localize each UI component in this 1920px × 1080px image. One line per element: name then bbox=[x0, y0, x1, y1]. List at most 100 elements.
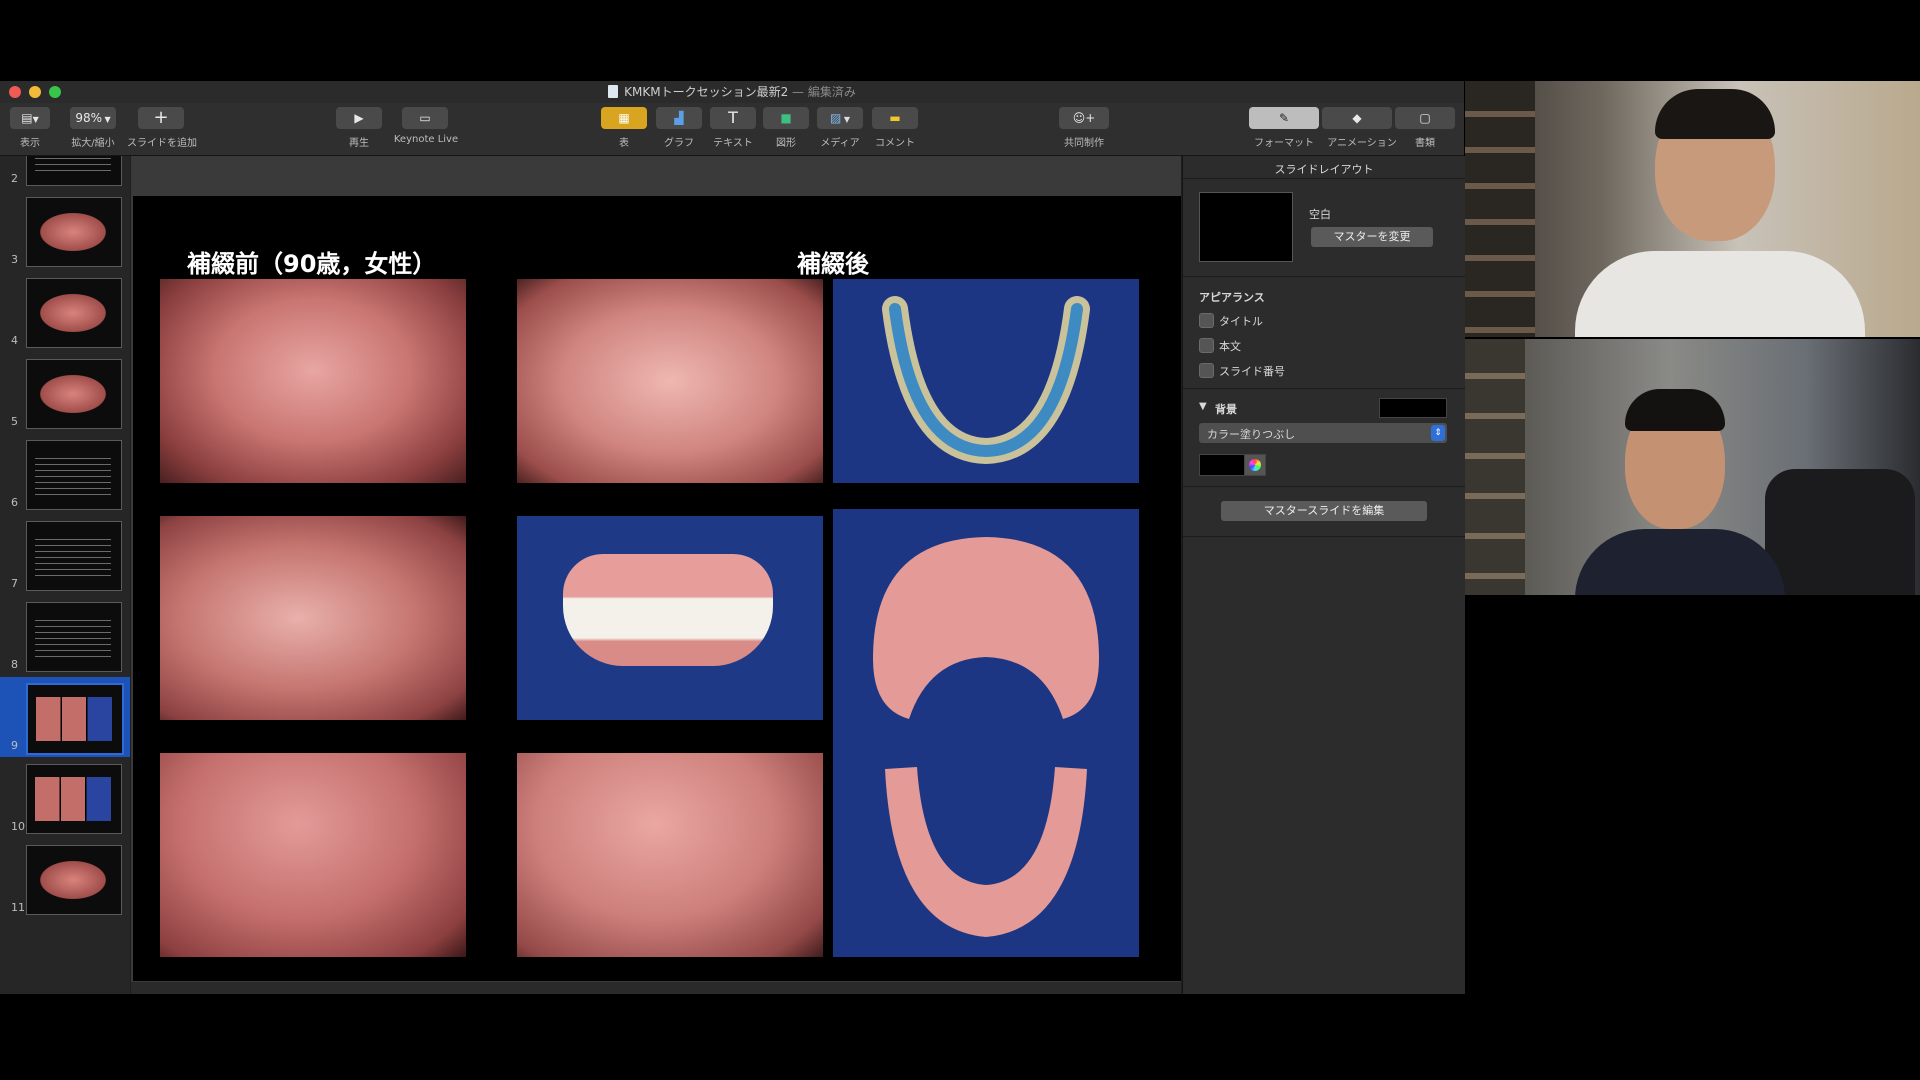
participant-1-coat bbox=[1575, 251, 1865, 337]
slide-thumbnail-7[interactable] bbox=[26, 521, 122, 591]
photo-after-lower[interactable] bbox=[517, 753, 823, 957]
participant-1-hair bbox=[1655, 89, 1775, 139]
slide-number-label: 10 bbox=[11, 820, 25, 833]
shape-icon: ■ bbox=[780, 111, 792, 125]
slide-number-option-label: スライド番号 bbox=[1219, 365, 1285, 378]
slide-thumbnail-preview bbox=[35, 291, 111, 335]
collaborate-label: 共同制作 bbox=[1064, 138, 1104, 149]
canvas-scrollbar[interactable] bbox=[131, 982, 1181, 994]
slide-thumbnail-8[interactable] bbox=[26, 602, 122, 672]
slide-canvas: 補綴前（90歳，女性） 補綴後 bbox=[131, 156, 1181, 994]
edit-master-slide-button[interactable]: マスタースライドを編集 bbox=[1221, 501, 1427, 521]
slide-number-label: 2 bbox=[11, 172, 18, 185]
slide-thumbnail-preview bbox=[35, 777, 111, 821]
title-bar: KMKMトークセッション最新2 — 編集済み bbox=[0, 81, 1464, 103]
disclosure-triangle-icon[interactable]: ▼ bbox=[1199, 401, 1207, 412]
format-inspector: スライドレイアウト 空白 マスターを変更 アピアランス タイトル 本文 スライド… bbox=[1182, 156, 1465, 994]
slide-number-label: 3 bbox=[11, 253, 18, 266]
shape-label: 図形 bbox=[776, 138, 796, 149]
slide-thumbnail-preview bbox=[35, 372, 111, 416]
slide-title-after[interactable]: 補綴後 bbox=[797, 244, 869, 279]
photo-before-upper[interactable] bbox=[160, 279, 466, 483]
dentures-shape bbox=[873, 537, 1099, 937]
collaborate-button[interactable]: ☺+ bbox=[1059, 107, 1109, 129]
zoom-popup[interactable]: 98% ▼ bbox=[70, 107, 116, 129]
comment-icon: ▬ bbox=[889, 111, 901, 125]
comment-button[interactable]: ▬ bbox=[872, 107, 918, 129]
document-icon bbox=[608, 85, 619, 98]
slide-number-label: 9 bbox=[11, 739, 18, 752]
document-button[interactable]: ▢ bbox=[1395, 107, 1455, 129]
zoom-value: 98% bbox=[75, 111, 102, 125]
bookshelf-background bbox=[1465, 81, 1535, 337]
play-icon: ▶ bbox=[354, 111, 364, 125]
document-inspector-icon: ▢ bbox=[1419, 111, 1431, 125]
photo-dentures-occlusal[interactable] bbox=[833, 509, 1139, 957]
photo-impression-tray[interactable] bbox=[833, 279, 1139, 483]
chevron-down-icon: ▼ bbox=[841, 115, 851, 124]
keynote-live-button[interactable]: ▭ bbox=[402, 107, 448, 129]
slide-title-before[interactable]: 補綴前（90歳，女性） bbox=[187, 244, 436, 279]
background-color-preview[interactable] bbox=[1379, 398, 1447, 418]
text-label: テキスト bbox=[713, 138, 753, 149]
photo-denture-front[interactable] bbox=[517, 516, 823, 720]
slide-thumbnail-preview bbox=[35, 615, 111, 659]
animate-icon: ◆ bbox=[1352, 111, 1362, 125]
animate-button[interactable]: ◆ bbox=[1322, 107, 1392, 129]
format-button[interactable]: ✎ bbox=[1249, 107, 1319, 129]
body-checkbox[interactable] bbox=[1199, 338, 1214, 353]
edited-status: — 編集済み bbox=[792, 85, 856, 99]
collaborate-icon: ☺+ bbox=[1072, 111, 1096, 125]
view-button[interactable]: ▤▼ bbox=[10, 107, 50, 129]
chart-button[interactable]: ▟ bbox=[656, 107, 702, 129]
slide-thumbnail-2[interactable] bbox=[26, 156, 122, 186]
fill-type-value: カラー塗りつぶし bbox=[1207, 428, 1296, 441]
slide-thumbnail-4[interactable] bbox=[26, 278, 122, 348]
impression-tray-shape bbox=[882, 296, 1090, 465]
add-slide-label: スライドを追加 bbox=[127, 138, 197, 149]
slide-number-label: 8 bbox=[11, 658, 18, 671]
color-well[interactable] bbox=[1199, 454, 1245, 476]
slide-number-label: 5 bbox=[11, 415, 18, 428]
slide-thumbnail-11[interactable] bbox=[26, 845, 122, 915]
slide-thumbnail-5[interactable] bbox=[26, 359, 122, 429]
text-button[interactable]: T bbox=[710, 107, 756, 129]
slide-number-checkbox[interactable] bbox=[1199, 363, 1214, 378]
slide[interactable]: 補綴前（90歳，女性） 補綴後 bbox=[133, 196, 1181, 981]
slide-navigator: 2 3 4 5 6 7 8 9 10 11 bbox=[0, 156, 130, 994]
play-button[interactable]: ▶ bbox=[336, 107, 382, 129]
video-tile-participant-2[interactable] bbox=[1465, 339, 1920, 595]
divider bbox=[1183, 388, 1465, 389]
photo-after-upper[interactable] bbox=[517, 279, 823, 483]
body-option-label: 本文 bbox=[1219, 340, 1241, 353]
shape-button[interactable]: ■ bbox=[763, 107, 809, 129]
participant-2-suit bbox=[1575, 529, 1785, 595]
layout-name: 空白 bbox=[1309, 208, 1331, 221]
document-name: KMKMトークセッション最新2 bbox=[624, 85, 789, 99]
slide-number-label: 7 bbox=[11, 577, 18, 590]
change-master-button[interactable]: マスターを変更 bbox=[1311, 227, 1433, 247]
layout-thumbnail[interactable] bbox=[1199, 192, 1293, 262]
fill-type-popup[interactable]: カラー塗りつぶし ⇕ bbox=[1199, 423, 1447, 443]
slide-thumbnail-9[interactable] bbox=[26, 683, 124, 755]
photo-before-front[interactable] bbox=[160, 516, 466, 720]
divider bbox=[1183, 536, 1465, 537]
photo-before-lower[interactable] bbox=[160, 753, 466, 957]
keynote-window: KMKMトークセッション最新2 — 編集済み ▤▼ 表示 98% ▼ 拡大/縮小… bbox=[0, 81, 1465, 994]
media-button[interactable]: ▨ ▼ bbox=[817, 107, 863, 129]
title-checkbox[interactable] bbox=[1199, 313, 1214, 328]
media-label: メディア bbox=[820, 138, 860, 149]
slide-thumbnail-3[interactable] bbox=[26, 197, 122, 267]
slide-number-label: 11 bbox=[11, 901, 25, 914]
table-button[interactable]: ▦ bbox=[601, 107, 647, 129]
add-slide-button[interactable]: + bbox=[138, 107, 184, 129]
bookshelf-background bbox=[1465, 339, 1525, 595]
document-label: 書類 bbox=[1415, 138, 1435, 149]
table-icon: ▦ bbox=[618, 111, 630, 125]
slide-thumbnail-6[interactable] bbox=[26, 440, 122, 510]
slide-thumbnail-10[interactable] bbox=[26, 764, 122, 834]
format-brush-icon: ✎ bbox=[1278, 111, 1290, 125]
color-wheel-button[interactable] bbox=[1244, 454, 1266, 476]
video-tile-participant-1[interactable] bbox=[1465, 81, 1920, 337]
slide-thumbnail-preview bbox=[35, 210, 111, 254]
